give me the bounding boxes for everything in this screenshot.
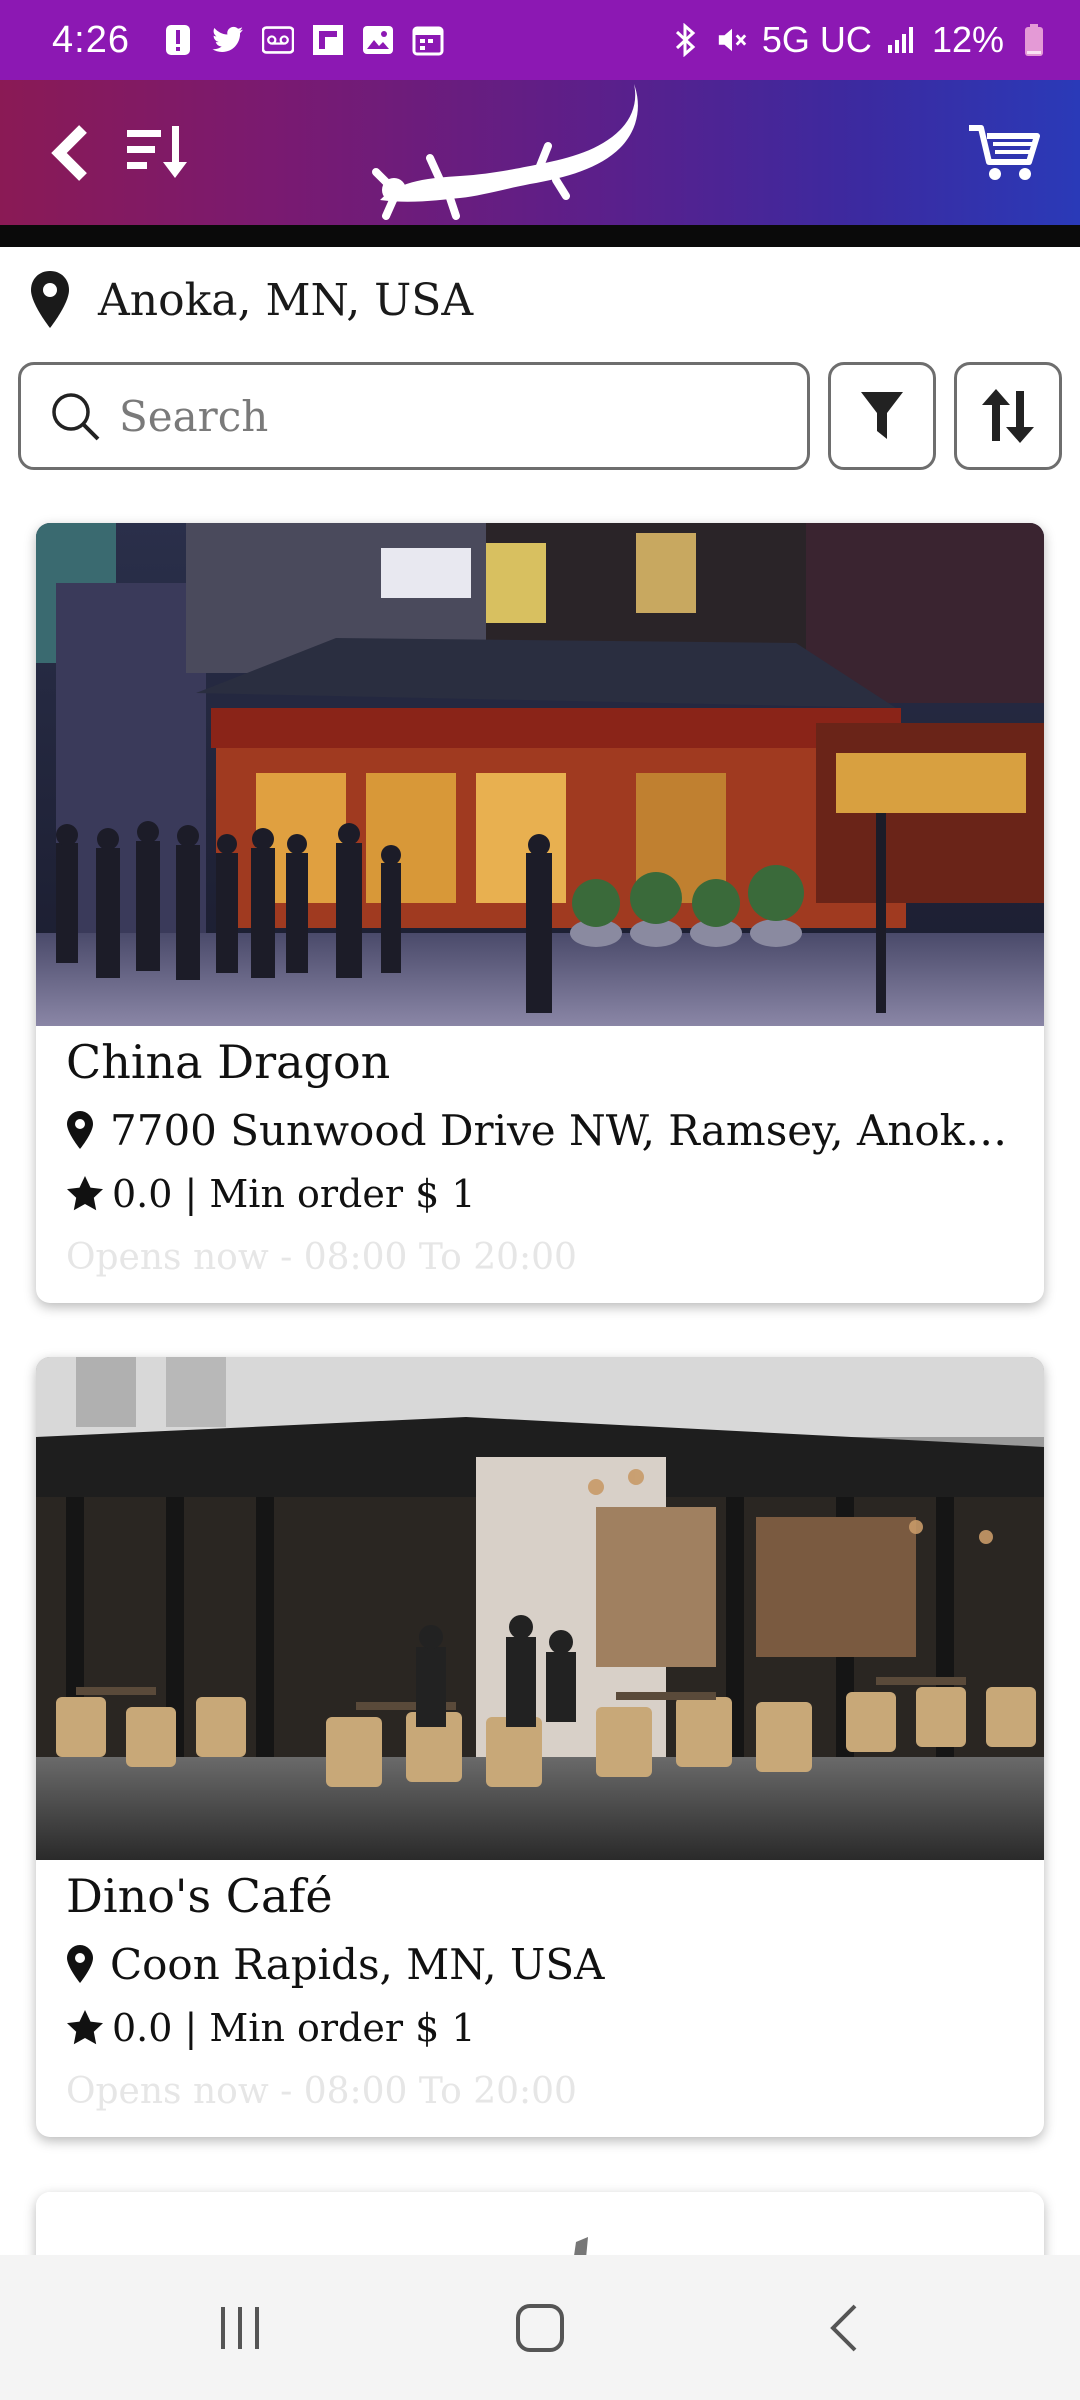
restaurant-photo [36,1357,1044,1860]
gecko-logo [370,80,650,220]
location-row[interactable]: Anoka, MN, USA [28,265,473,335]
location-pin-icon [67,1111,93,1149]
sort-icon [127,125,187,178]
location-text: Anoka, MN, USA [98,274,474,326]
header-divider [0,225,1080,247]
star-icon [67,2010,103,2045]
status-right: 5G UC 12% [670,19,1050,61]
restaurant-rating-row: 0.0 | Min order $ 1 [66,1998,1014,2058]
cart-button[interactable] [960,80,1050,225]
battery-icon [1018,24,1050,56]
restaurant-address: 7700 Sunwood Drive NW, Ramsey, Anoka, MN… [110,1105,1010,1155]
restaurant-name: China Dragon [66,1035,391,1089]
restaurant-name: Dino's Café [66,1869,333,1923]
home-button[interactable] [505,2295,575,2360]
restaurant-card[interactable]: Dino's Café Coon Rapids, MN, USA 0.0 | M… [36,1357,1044,2137]
app-header [0,80,1080,225]
sort-order-button[interactable] [954,362,1062,470]
recent-apps-button[interactable] [205,2295,275,2360]
filter-button[interactable] [828,362,936,470]
network-label: 5G UC [761,19,872,60]
system-back-button[interactable] [810,2295,880,2360]
card-body: China Dragon 7700 Sunwood Drive NW, Rams… [36,1032,1044,1288]
cart-icon [969,124,1040,180]
flipboard-icon [312,24,344,56]
alert-icon [162,24,194,56]
recent-apps-icon [221,2306,259,2349]
calendar-icon [412,24,444,56]
twitter-icon [212,24,244,56]
restaurant-address-row: Coon Rapids, MN, USA [66,1934,1014,1994]
system-back-icon [830,2304,857,2351]
status-bar: 4:26 5G UC 12% [0,0,1080,80]
restaurant-card[interactable]: China Dragon 7700 Sunwood Drive NW, Rams… [36,523,1044,1303]
voicemail-icon [261,24,294,56]
location-pin-icon [31,271,69,328]
status-time: 4:26 [52,18,130,61]
card-body: Dino's Café Coon Rapids, MN, USA 0.0 | M… [36,1866,1044,2122]
back-icon [51,124,87,181]
search-box[interactable] [18,362,810,470]
sort-arrows-icon [982,389,1034,443]
back-button[interactable] [40,80,100,225]
rating-min-order: 0.0 | Min order $ 1 [112,1172,476,1216]
gallery-icon [362,24,394,56]
search-icon [52,393,100,441]
restaurant-address: Coon Rapids, MN, USA [110,1939,605,1989]
mute-icon [716,24,748,56]
battery-label: 12% [931,19,1004,60]
system-nav-bar [0,2255,1080,2400]
filter-icon [861,392,903,439]
status-left: 4:26 [52,19,444,62]
restaurant-rating-row: 0.0 | Min order $ 1 [66,1164,1014,1224]
sort-button[interactable] [120,80,200,225]
search-input[interactable] [119,391,779,441]
restaurant-address-row: 7700 Sunwood Drive NW, Ramsey, Anoka, MN… [66,1100,1014,1160]
opening-hours: Opens now - 08:00 To 20:00 [66,1237,577,1278]
star-icon [67,1176,103,1211]
signal-icon [886,24,918,56]
rating-min-order: 0.0 | Min order $ 1 [112,2006,476,2050]
location-pin-icon [67,1945,93,1983]
restaurant-photo [36,523,1044,1026]
opening-hours: Opens now - 08:00 To 20:00 [66,2071,577,2112]
home-icon [516,2303,564,2352]
bluetooth-icon [670,23,702,57]
